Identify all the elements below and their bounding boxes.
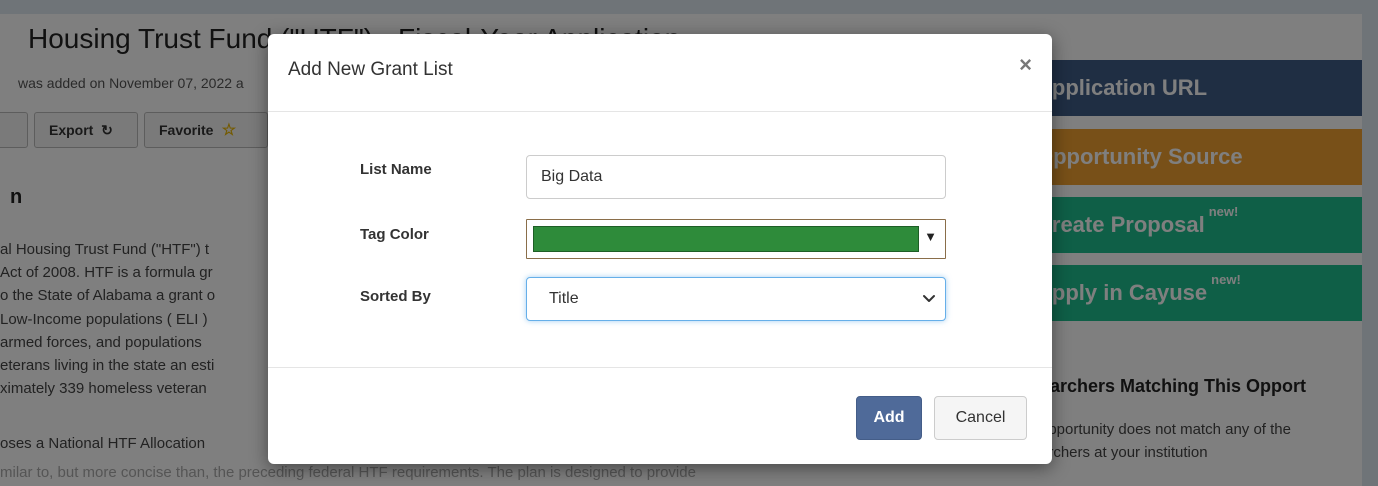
add-grant-list-modal: Add New Grant List × List Name Tag Color…	[268, 34, 1052, 464]
list-name-label: List Name	[360, 161, 432, 178]
chevron-down-icon	[923, 295, 935, 302]
modal-title: Add New Grant List	[288, 59, 453, 80]
tag-color-label: Tag Color	[360, 226, 429, 243]
modal-header: Add New Grant List ×	[268, 34, 1052, 112]
modal-footer: Add Cancel	[268, 368, 1052, 464]
sorted-by-label: Sorted By	[360, 288, 431, 305]
tag-color-swatch	[533, 226, 919, 252]
sorted-by-select[interactable]: Title	[526, 277, 946, 321]
list-name-input[interactable]	[526, 155, 946, 199]
close-icon[interactable]: ×	[1019, 52, 1032, 78]
sorted-by-value: Title	[549, 290, 579, 307]
add-button[interactable]: Add	[856, 396, 922, 440]
tag-color-picker[interactable]: ▼	[526, 219, 946, 259]
cancel-button[interactable]: Cancel	[934, 396, 1027, 440]
modal-body: List Name Tag Color ▼ Sorted By	[268, 112, 1052, 368]
caret-down-icon: ▼	[924, 229, 937, 244]
